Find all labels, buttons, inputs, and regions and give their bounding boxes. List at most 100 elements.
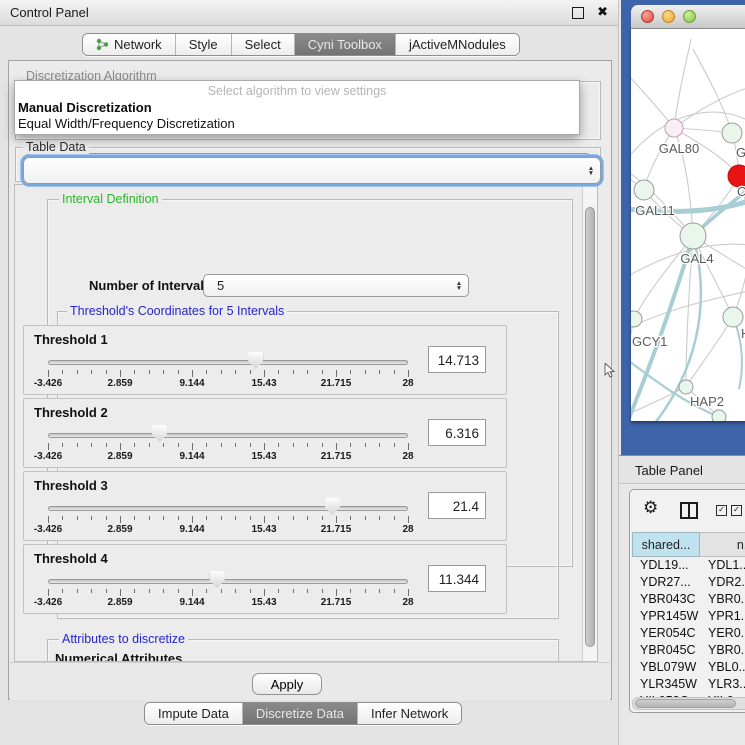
table-row[interactable]: YDR27...YDR2... bbox=[632, 575, 745, 592]
tab-label: Impute Data bbox=[158, 706, 229, 721]
threshold-value-field[interactable]: 11.344 bbox=[428, 565, 486, 592]
tab-jactivemnodules[interactable]: jActiveMNodules bbox=[395, 34, 519, 55]
minor-tick bbox=[206, 443, 207, 447]
minor-tick bbox=[221, 516, 222, 520]
slider-track[interactable] bbox=[48, 360, 408, 365]
tab-select[interactable]: Select bbox=[231, 34, 294, 55]
slider-track[interactable] bbox=[48, 433, 408, 438]
tab-style[interactable]: Style bbox=[175, 34, 231, 55]
table-row[interactable]: YER054CYER0... bbox=[632, 626, 745, 643]
tab-network[interactable]: Network bbox=[83, 34, 175, 55]
minor-tick bbox=[77, 589, 78, 593]
column-header-shared-name[interactable]: shared... bbox=[632, 532, 700, 557]
table-row[interactable]: YBR045CYBR0... bbox=[632, 643, 745, 660]
slider-track[interactable] bbox=[48, 506, 408, 511]
minimize-traffic-light[interactable] bbox=[662, 10, 675, 23]
table-row[interactable]: YBR043CYBR0... bbox=[632, 592, 745, 609]
minor-tick bbox=[106, 589, 107, 593]
network-node[interactable] bbox=[679, 380, 693, 394]
minor-tick bbox=[77, 516, 78, 520]
network-graph: GAL80GAL11GAL4GCY1HAP2GCH bbox=[631, 29, 745, 421]
node-label: HAP2 bbox=[690, 394, 724, 409]
split-columns-icon[interactable] bbox=[680, 502, 698, 519]
number-of-intervals-label: Number of Intervals bbox=[89, 278, 211, 293]
dropdown-option-equal-width[interactable]: Equal Width/Frequency Discretization bbox=[18, 116, 235, 131]
cell-shared-name: YER054C bbox=[640, 626, 696, 640]
network-node[interactable] bbox=[723, 307, 743, 327]
mode-tab-discretize-data[interactable]: Discretize Data bbox=[242, 703, 357, 724]
threshold-slider[interactable]: -3.4262.8599.14415.4321.71528 bbox=[48, 545, 408, 615]
close-icon[interactable]: ✖ bbox=[597, 4, 608, 20]
table-hscrollbar-thumb[interactable] bbox=[635, 699, 736, 708]
gear-icon[interactable]: ⚙ bbox=[643, 498, 658, 518]
table-row[interactable]: YPR145WYPR1... bbox=[632, 609, 745, 626]
table-row[interactable]: YDL19...YDL1... bbox=[632, 558, 745, 575]
minor-tick bbox=[235, 370, 236, 374]
minor-tick bbox=[134, 516, 135, 520]
table-hscrollbar[interactable] bbox=[632, 697, 745, 710]
table-panel: ⚙ ✓ ✓ shared...n...YDL19...YDL1...YDR27.… bbox=[629, 489, 745, 713]
cell-shared-name: YBR043C bbox=[640, 592, 696, 606]
minor-tick bbox=[235, 589, 236, 593]
settings-scrollbar-thumb[interactable] bbox=[585, 207, 595, 647]
threshold-slider[interactable]: -3.4262.8599.14415.4321.71528 bbox=[48, 472, 408, 542]
major-tick bbox=[408, 443, 409, 450]
tab-cyni-toolbox[interactable]: Cyni Toolbox bbox=[294, 34, 395, 55]
node-label: GAL11 bbox=[635, 203, 675, 218]
float-window-icon[interactable] bbox=[572, 7, 584, 19]
mode-tab-impute-data[interactable]: Impute Data bbox=[145, 703, 242, 724]
minor-tick bbox=[178, 370, 179, 374]
column-header-name[interactable]: n... bbox=[700, 532, 745, 557]
checkbox-icon[interactable]: ✓ bbox=[716, 505, 727, 516]
threshold-value-field[interactable]: 21.4 bbox=[428, 492, 486, 519]
slider-track[interactable] bbox=[48, 579, 408, 584]
algorithm-select[interactable]: ▲▼ bbox=[23, 157, 601, 184]
major-tick bbox=[336, 443, 337, 450]
node-label: H bbox=[741, 326, 745, 341]
tick-label: 28 bbox=[402, 597, 413, 608]
threshold-value-field[interactable]: 14.713 bbox=[428, 346, 486, 373]
threshold-slider[interactable]: -3.4262.8599.14415.4321.71528 bbox=[48, 399, 408, 469]
network-node[interactable] bbox=[712, 410, 726, 421]
network-node[interactable] bbox=[722, 123, 742, 143]
slider-handle[interactable] bbox=[210, 571, 225, 588]
threshold-slider[interactable]: -3.4262.8599.14415.4321.71528 bbox=[48, 326, 408, 396]
network-node[interactable] bbox=[665, 119, 683, 137]
network-view[interactable]: GAL80GAL11GAL4GCY1HAP2GCH bbox=[631, 29, 745, 421]
slider-handle[interactable] bbox=[248, 352, 263, 369]
minor-tick bbox=[62, 516, 63, 520]
minor-tick bbox=[293, 516, 294, 520]
network-node[interactable] bbox=[631, 311, 642, 327]
minor-tick bbox=[250, 516, 251, 520]
minor-tick bbox=[149, 516, 150, 520]
close-traffic-light[interactable] bbox=[641, 10, 654, 23]
number-of-intervals-select[interactable]: 5 ▲▼ bbox=[203, 274, 469, 297]
minor-tick bbox=[62, 443, 63, 447]
apply-button[interactable]: Apply bbox=[252, 673, 322, 695]
checkbox-icon[interactable]: ✓ bbox=[731, 505, 742, 516]
settings-scrollbar[interactable] bbox=[582, 185, 597, 661]
mode-tab-infer-network[interactable]: Infer Network bbox=[357, 703, 461, 724]
tick-label: 9.144 bbox=[179, 451, 204, 462]
threshold-panel-1: Threshold 1-3.4262.8599.14415.4321.71528… bbox=[23, 325, 507, 395]
minor-tick bbox=[91, 443, 92, 447]
table-panel-title: Table Panel bbox=[635, 463, 703, 478]
major-tick bbox=[120, 370, 121, 377]
slider-handle[interactable] bbox=[325, 498, 340, 515]
major-tick bbox=[264, 589, 265, 596]
threshold-value-field[interactable]: 6.316 bbox=[428, 419, 486, 446]
zoom-traffic-light[interactable] bbox=[683, 10, 696, 23]
network-edge bbox=[631, 319, 634, 381]
minor-tick bbox=[307, 443, 308, 447]
major-tick bbox=[120, 589, 121, 596]
table-row[interactable]: YBL079WYBL0... bbox=[632, 660, 745, 677]
dropdown-option-manual[interactable]: Manual Discretization bbox=[18, 100, 152, 115]
slider-handle[interactable] bbox=[152, 425, 167, 442]
network-node[interactable] bbox=[680, 223, 706, 249]
major-tick bbox=[120, 516, 121, 523]
table-row[interactable]: YLR345WYLR3... bbox=[632, 677, 745, 694]
tick-label: -3.426 bbox=[34, 524, 62, 535]
network-node[interactable] bbox=[634, 180, 654, 200]
attributes-group-title: Attributes to discretize bbox=[59, 632, 188, 646]
minor-tick bbox=[91, 370, 92, 374]
